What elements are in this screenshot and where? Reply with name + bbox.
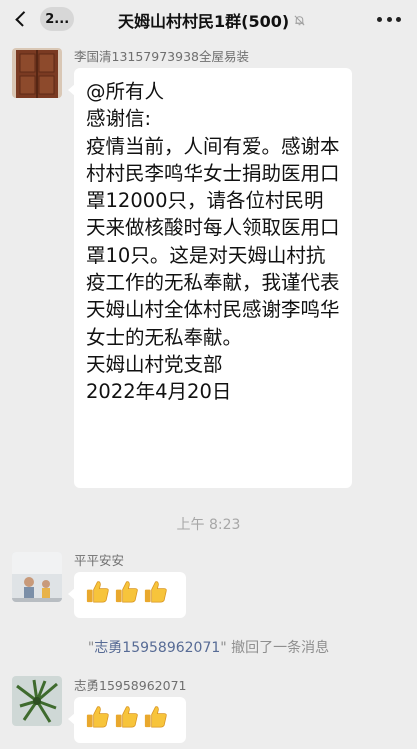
recall-notice: "志勇15958962071" 撤回了一条消息 [0,637,417,657]
chevron-left-icon [15,11,32,27]
recall-text: 撤回了一条消息 [226,640,330,656]
message-text: @所有人 感谢信: 疫情当前，人间有爱。感谢本村村民李鸣华女士捐助医用口罩120… [86,80,340,404]
bell-off-icon [294,14,305,26]
thumbs-up-icon [144,706,167,728]
chat-title-area[interactable]: 天姆山村村民1群(500) [118,7,306,33]
palm-tree-avatar-icon [12,676,62,726]
message-bubble[interactable] [68,572,186,618]
thumbs-up-icon [144,581,167,603]
time-separator: 上午 8:23 [176,517,241,533]
recalled-user-link[interactable]: 志勇15958962071 [94,640,220,656]
thumbs-up-icon [115,706,138,728]
thumbs-up-icon [115,581,138,603]
wooden-door-avatar-icon [12,48,62,98]
message-bubble[interactable]: @所有人 感谢信: 疫情当前，人间有爱。感谢本村村民李鸣华女士捐助医用口罩120… [68,68,352,488]
sender-name: 平平安安 [74,553,125,568]
sender-name: 李国清13157973938全屋易装 [74,49,249,64]
avatar-pingping-anan[interactable] [12,552,62,602]
emoji-row [74,572,186,611]
chat-header: 2... 天姆山村村民1群(500) [0,0,417,40]
sender-name: 志勇15958962071 [74,678,187,693]
unread-count-badge: 2... [40,7,74,31]
avatar-zhiyong[interactable] [12,676,62,726]
message-bubble[interactable] [68,697,186,743]
emoji-row [74,697,186,736]
more-options-button[interactable] [377,12,401,26]
dot [396,16,401,22]
dot [386,16,392,22]
thumbs-up-icon [86,581,109,603]
chat-title: 天姆山村村民1群(500) [118,12,290,31]
avatar-li-guoqing[interactable] [12,48,62,98]
dot [377,16,382,22]
family-photo-avatar-icon [12,552,62,602]
thumbs-up-icon [86,706,109,728]
back-button[interactable]: 2... [10,4,74,34]
